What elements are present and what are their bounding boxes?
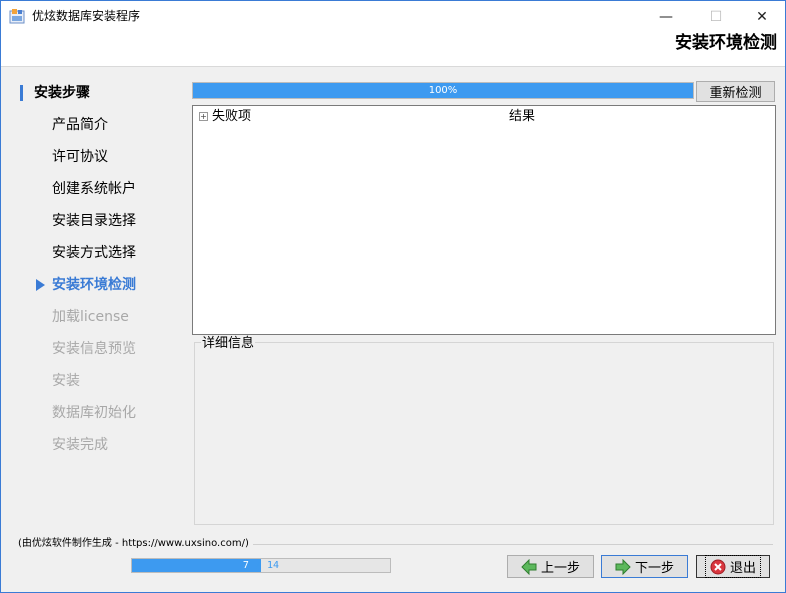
installer-window: 优炫数据库安装程序 — ☐ ✕ 安装环境检测 安装步骤 产品简介许可协议创建系统… — [0, 0, 786, 593]
exit-button-focus: 退出 — [704, 555, 761, 578]
sidebar-step-item: 安装目录选择 — [52, 213, 136, 229]
detail-info-label: 详细信息 — [201, 336, 256, 352]
recheck-button[interactable]: 重新检测 — [696, 81, 775, 102]
sidebar-step-item: 安装完成 — [52, 437, 108, 453]
app-icon — [9, 9, 25, 24]
sidebar-step-item: 许可协议 — [52, 149, 108, 165]
next-button[interactable]: 下一步 — [601, 555, 688, 578]
arrow-left-icon — [521, 558, 537, 575]
check-result-table[interactable]: + 失败项 结果 — [192, 105, 776, 335]
maximize-button[interactable]: ☐ — [693, 3, 739, 31]
footer-divider — [241, 544, 773, 545]
step-progress-separator: / — [248, 560, 268, 571]
column-header-result: 结果 — [509, 109, 536, 124]
sidebar-step-item: 加载license — [52, 309, 129, 325]
check-progress-bar: 100% — [192, 82, 694, 99]
sidebar-step-item: 创建系统帐户 — [52, 181, 136, 197]
sidebar-step-item: 安装信息预览 — [52, 341, 136, 357]
exit-button-label: 退出 — [729, 561, 756, 576]
header: 优炫数据库安装程序 — ☐ ✕ 安装环境检测 — [1, 1, 785, 67]
sidebar-step-item: 安装方式选择 — [52, 245, 136, 261]
sidebar-step-item: 安装 — [52, 373, 80, 389]
arrow-right-icon — [615, 558, 631, 575]
page-title: 安装环境检测 — [675, 33, 777, 53]
steps-sidebar: 安装步骤 产品简介许可协议创建系统帐户 安装目录选择 安装方式选择 安装环境检测 加载l… — [1, 67, 181, 527]
steps-header: 安装步骤 — [34, 85, 90, 101]
check-progress-text: 100% — [428, 85, 458, 96]
column-header-failed-item: 失败项 — [212, 109, 252, 124]
expand-icon[interactable]: + — [199, 112, 208, 121]
step-progress-bar: 7 / 14 — [131, 558, 391, 573]
next-button-label: 下一步 — [634, 561, 674, 576]
close-button[interactable]: ✕ — [739, 3, 785, 31]
sidebar-step-item: 产品简介 — [52, 117, 108, 133]
step-progress-total: 14 — [267, 560, 280, 571]
exit-button[interactable]: 退出 — [696, 555, 770, 578]
window-title: 优炫数据库安装程序 — [32, 9, 141, 23]
step-header-marker — [20, 85, 23, 101]
detail-info-panel — [194, 342, 774, 525]
prev-button[interactable]: 上一步 — [507, 555, 594, 578]
exit-icon — [710, 559, 726, 574]
step-progress-text: 7 / 14 — [132, 559, 390, 572]
current-step-arrow-icon — [36, 279, 45, 291]
sidebar-step-item: 数据库初始化 — [52, 405, 136, 421]
prev-button-label: 上一步 — [540, 561, 580, 576]
sidebar-step-item: 安装环境检测 — [52, 277, 136, 293]
minimize-button[interactable]: — — [643, 3, 689, 31]
footer-credit: (由优炫软件制作生成 - https://www.uxsino.com/) — [18, 537, 253, 551]
